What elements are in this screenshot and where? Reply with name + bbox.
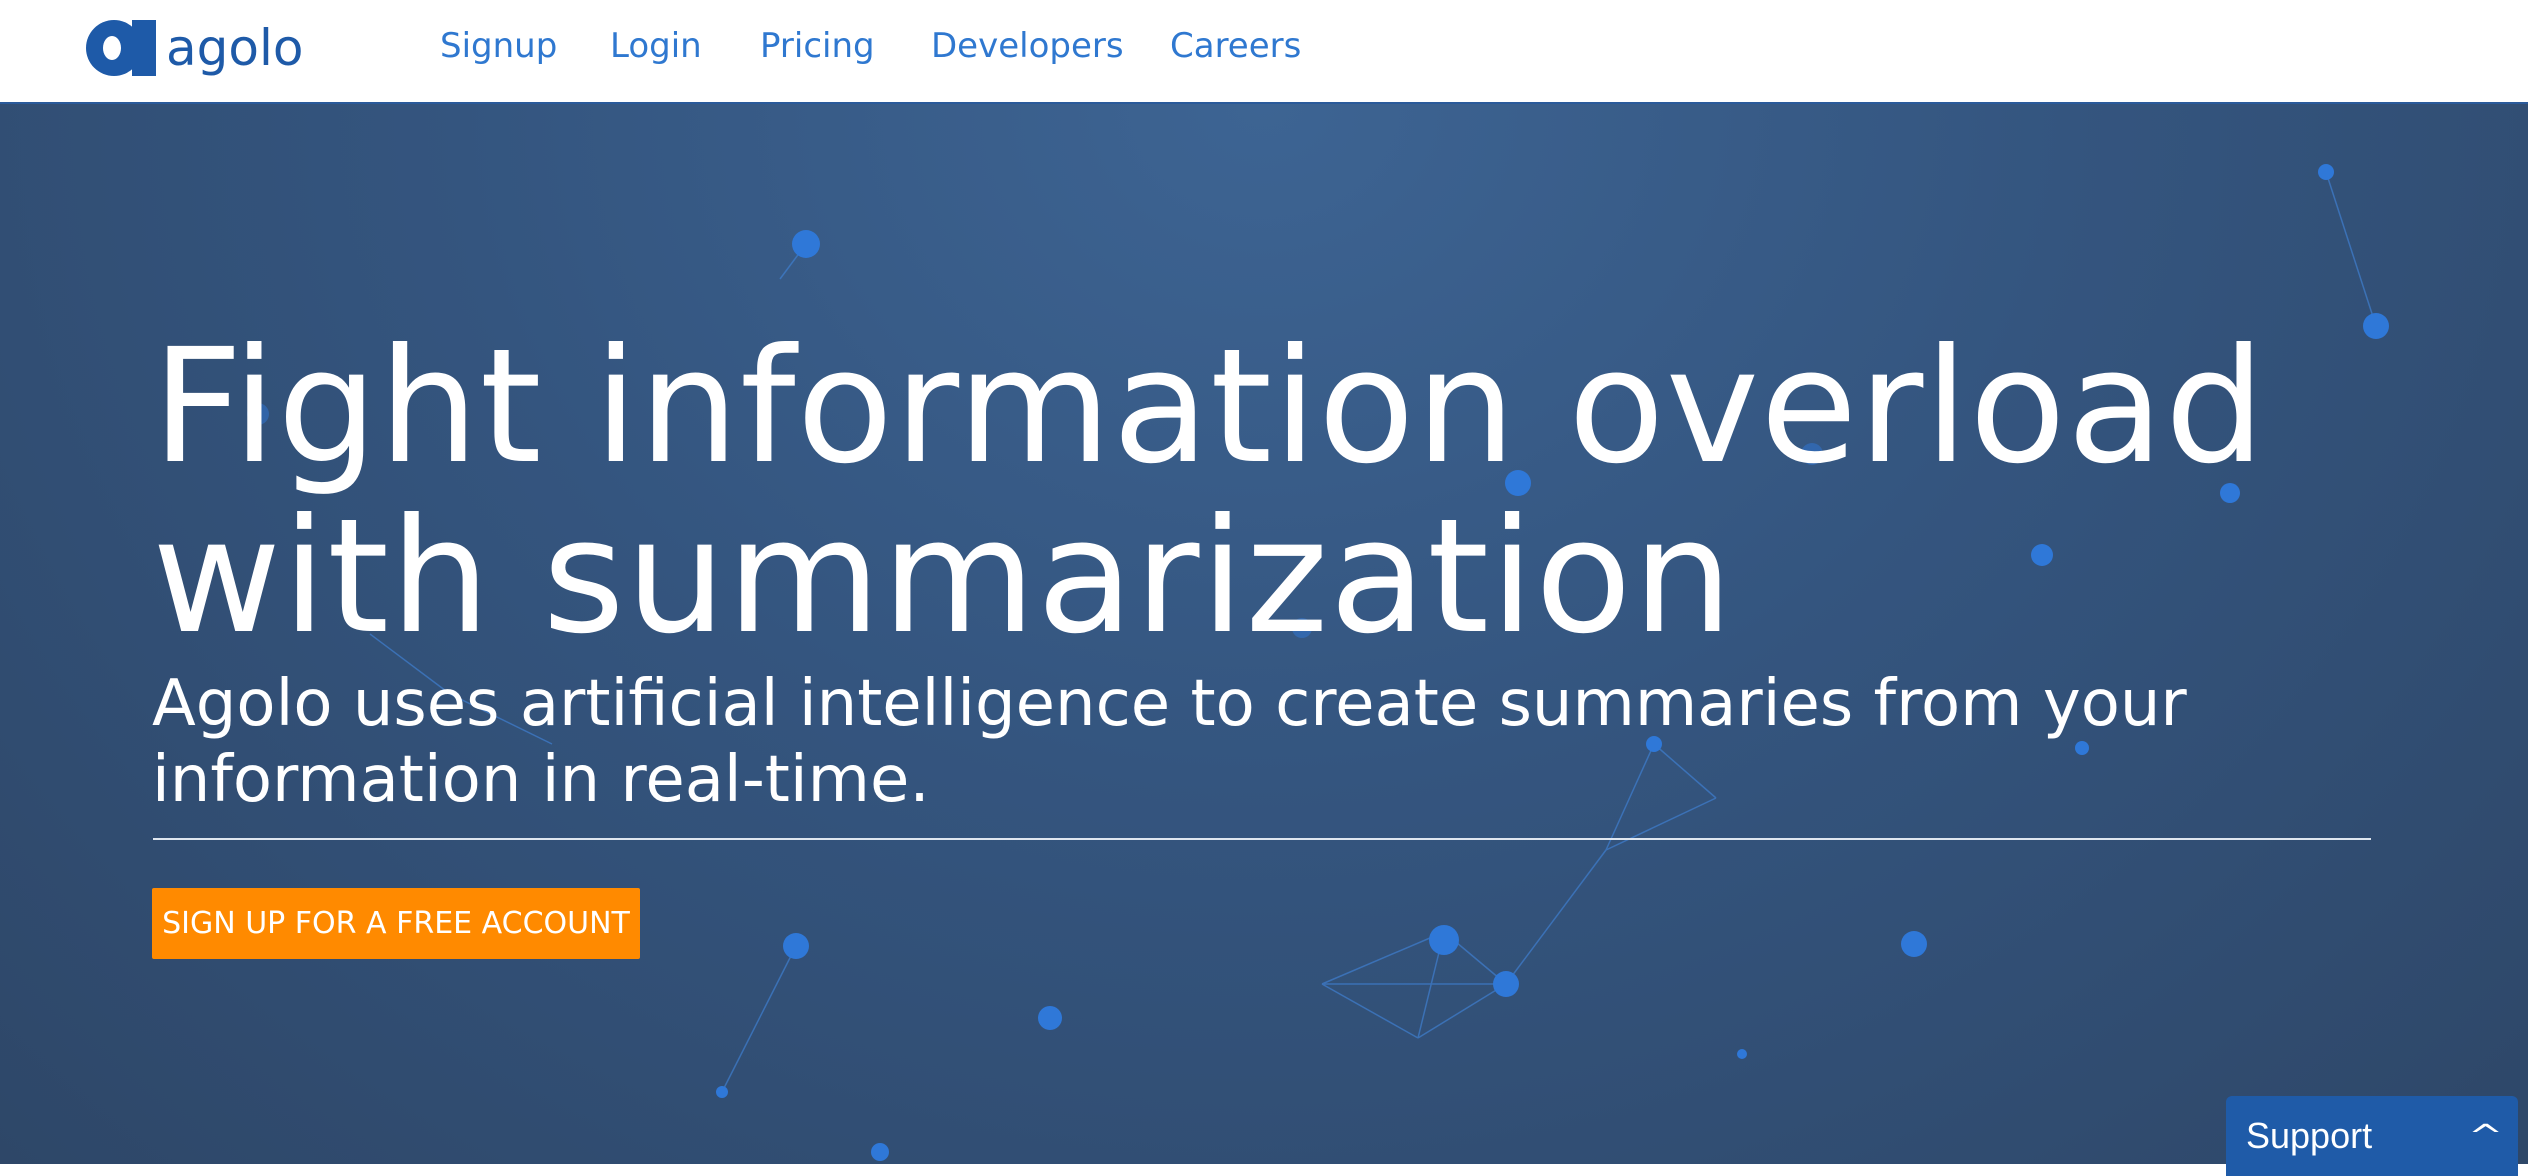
agolo-logo[interactable]: agolo (86, 20, 303, 76)
headline-line-2: with summarization (152, 485, 1734, 669)
nav-careers[interactable]: Careers (1170, 22, 1301, 70)
site-header: agolo Signup Login Pricing Developers Ca… (0, 0, 2528, 104)
nav-developers[interactable]: Developers (931, 22, 1124, 70)
nav-signup[interactable]: Signup (440, 22, 557, 70)
logo-text: agolo (166, 19, 304, 77)
signup-free-account-button[interactable]: SIGN UP FOR A FREE ACCOUNT (152, 888, 640, 959)
support-label: Support (2246, 1115, 2373, 1156)
headline-line-1: Fight information overload (152, 315, 2267, 499)
hero-headline: Fight information overload with summariz… (152, 322, 2266, 662)
chevron-up-icon[interactable]: ^ (2468, 1119, 2503, 1154)
nav-login[interactable]: Login (610, 22, 702, 70)
hero-subtitle: Agolo uses artificial intelligence to cr… (152, 667, 2187, 817)
hero-section: Fight information overload with summariz… (0, 104, 2528, 1164)
nav-pricing[interactable]: Pricing (760, 22, 875, 70)
hero-divider (153, 838, 2371, 840)
logo-mark-icon (86, 20, 160, 76)
support-widget[interactable]: Support ^ (2226, 1096, 2518, 1176)
